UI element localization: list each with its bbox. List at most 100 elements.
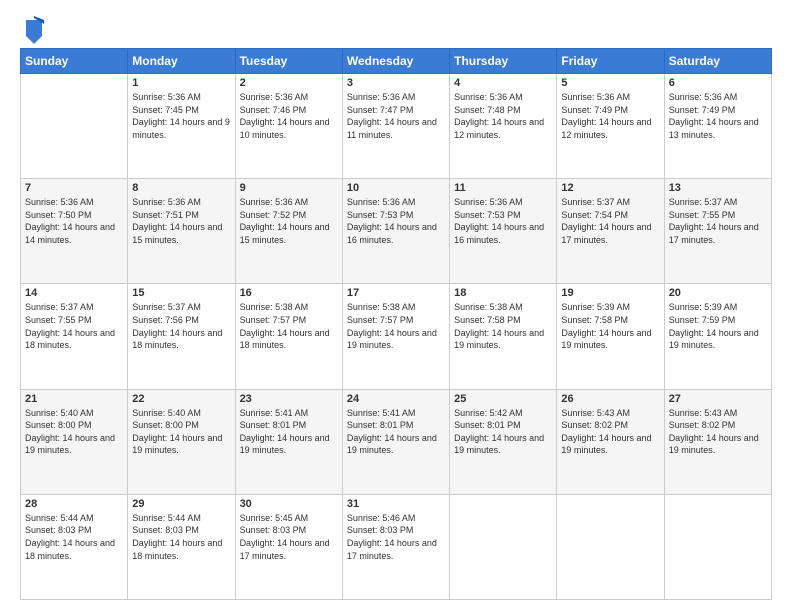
day-info: Sunrise: 5:41 AMSunset: 8:01 PMDaylight:… xyxy=(347,408,437,456)
day-number: 12 xyxy=(561,182,659,194)
calendar-cell: 6 Sunrise: 5:36 AMSunset: 7:49 PMDaylight… xyxy=(664,74,771,179)
day-info: Sunrise: 5:38 AMSunset: 7:57 PMDaylight:… xyxy=(347,302,437,350)
calendar-cell: 20Sunrise: 5:39 AMSunset: 7:59 PMDayligh… xyxy=(664,284,771,389)
day-info: Sunrise: 5:40 AMSunset: 8:00 PMDaylight:… xyxy=(132,408,222,456)
calendar-cell: 23 Sunrise: 5:41 AMSunset: 8:01 PMDayligh… xyxy=(235,389,342,494)
day-info: Sunrise: 5:36 AMSunset: 7:47 PMDaylight:… xyxy=(347,92,437,140)
calendar-cell: 31 Sunrise: 5:46 AMSunset: 8:03 PMDayligh… xyxy=(342,494,449,599)
day-info: Sunrise: 5:36 AMSunset: 7:49 PMDaylight:… xyxy=(669,92,759,140)
day-number: 29 xyxy=(132,498,230,510)
day-info: Sunrise: 5:46 AMSunset: 8:03 PMDaylight:… xyxy=(347,513,437,561)
calendar-cell: 18 Sunrise: 5:38 AMSunset: 7:58 PMDayligh… xyxy=(450,284,557,389)
day-number: 5 xyxy=(561,77,659,89)
day-number: 10 xyxy=(347,182,445,194)
calendar-cell: 16Sunrise: 5:38 AMSunset: 7:57 PMDayligh… xyxy=(235,284,342,389)
day-info: Sunrise: 5:45 AMSunset: 8:03 PMDaylight:… xyxy=(240,513,330,561)
logo-icon xyxy=(22,16,46,44)
day-info: Sunrise: 5:43 AMSunset: 8:02 PMDaylight:… xyxy=(669,408,759,456)
calendar-cell: 8 Sunrise: 5:36 AMSunset: 7:51 PMDaylight… xyxy=(128,179,235,284)
calendar-cell: 1 Sunrise: 5:36 AMSunset: 7:45 PMDaylight… xyxy=(128,74,235,179)
header xyxy=(20,16,772,44)
calendar-cell: 14Sunrise: 5:37 AMSunset: 7:55 PMDayligh… xyxy=(21,284,128,389)
day-number: 21 xyxy=(25,393,123,405)
day-number: 7 xyxy=(25,182,123,194)
day-info: Sunrise: 5:44 AMSunset: 8:03 PMDaylight:… xyxy=(25,513,115,561)
calendar-cell: 17 Sunrise: 5:38 AMSunset: 7:57 PMDayligh… xyxy=(342,284,449,389)
calendar-cell: 24 Sunrise: 5:41 AMSunset: 8:01 PMDayligh… xyxy=(342,389,449,494)
day-info: Sunrise: 5:36 AMSunset: 7:49 PMDaylight:… xyxy=(561,92,651,140)
calendar-cell: 13 Sunrise: 5:37 AMSunset: 7:55 PMDayligh… xyxy=(664,179,771,284)
day-number: 26 xyxy=(561,393,659,405)
day-number: 4 xyxy=(454,77,552,89)
day-number: 24 xyxy=(347,393,445,405)
calendar-cell: 25Sunrise: 5:42 AMSunset: 8:01 PMDayligh… xyxy=(450,389,557,494)
day-info: Sunrise: 5:43 AMSunset: 8:02 PMDaylight:… xyxy=(561,408,651,456)
day-number: 30 xyxy=(240,498,338,510)
col-wednesday: Wednesday xyxy=(342,49,449,74)
col-thursday: Thursday xyxy=(450,49,557,74)
day-info: Sunrise: 5:37 AMSunset: 7:54 PMDaylight:… xyxy=(561,197,651,245)
calendar-cell: 26 Sunrise: 5:43 AMSunset: 8:02 PMDayligh… xyxy=(557,389,664,494)
day-number: 8 xyxy=(132,182,230,194)
day-info: Sunrise: 5:36 AMSunset: 7:45 PMDaylight:… xyxy=(132,92,230,140)
day-info: Sunrise: 5:36 AMSunset: 7:46 PMDaylight:… xyxy=(240,92,330,140)
day-number: 16 xyxy=(240,287,338,299)
day-info: Sunrise: 5:36 AMSunset: 7:48 PMDaylight:… xyxy=(454,92,544,140)
day-info: Sunrise: 5:36 AMSunset: 7:53 PMDaylight:… xyxy=(347,197,437,245)
day-info: Sunrise: 5:37 AMSunset: 7:55 PMDaylight:… xyxy=(669,197,759,245)
day-number: 22 xyxy=(132,393,230,405)
calendar-cell: 7Sunrise: 5:36 AMSunset: 7:50 PMDaylight… xyxy=(21,179,128,284)
calendar-cell: 28 Sunrise: 5:44 AMSunset: 8:03 PMDayligh… xyxy=(21,494,128,599)
day-number: 23 xyxy=(240,393,338,405)
calendar-week-row: 28 Sunrise: 5:44 AMSunset: 8:03 PMDayligh… xyxy=(21,494,772,599)
calendar-header-row: Sunday Monday Tuesday Wednesday Thursday… xyxy=(21,49,772,74)
calendar-cell: 21Sunrise: 5:40 AMSunset: 8:00 PMDayligh… xyxy=(21,389,128,494)
day-number: 17 xyxy=(347,287,445,299)
day-number: 3 xyxy=(347,77,445,89)
calendar-cell: 10 Sunrise: 5:36 AMSunset: 7:53 PMDayligh… xyxy=(342,179,449,284)
calendar-cell xyxy=(21,74,128,179)
calendar-cell: 9Sunrise: 5:36 AMSunset: 7:52 PMDaylight… xyxy=(235,179,342,284)
day-info: Sunrise: 5:41 AMSunset: 8:01 PMDaylight:… xyxy=(240,408,330,456)
calendar-cell: 30 Sunrise: 5:45 AMSunset: 8:03 PMDayligh… xyxy=(235,494,342,599)
day-number: 2 xyxy=(240,77,338,89)
calendar-cell: 27 Sunrise: 5:43 AMSunset: 8:02 PMDayligh… xyxy=(664,389,771,494)
calendar-cell xyxy=(664,494,771,599)
calendar-cell: 2 Sunrise: 5:36 AMSunset: 7:46 PMDaylight… xyxy=(235,74,342,179)
day-number: 13 xyxy=(669,182,767,194)
calendar-cell: 5 Sunrise: 5:36 AMSunset: 7:49 PMDaylight… xyxy=(557,74,664,179)
day-number: 1 xyxy=(132,77,230,89)
calendar-cell: 12 Sunrise: 5:37 AMSunset: 7:54 PMDayligh… xyxy=(557,179,664,284)
day-info: Sunrise: 5:42 AMSunset: 8:01 PMDaylight:… xyxy=(454,408,544,456)
col-friday: Friday xyxy=(557,49,664,74)
day-number: 27 xyxy=(669,393,767,405)
day-number: 18 xyxy=(454,287,552,299)
day-number: 31 xyxy=(347,498,445,510)
calendar-cell: 22 Sunrise: 5:40 AMSunset: 8:00 PMDayligh… xyxy=(128,389,235,494)
calendar-cell: 29 Sunrise: 5:44 AMSunset: 8:03 PMDayligh… xyxy=(128,494,235,599)
calendar-week-row: 7Sunrise: 5:36 AMSunset: 7:50 PMDaylight… xyxy=(21,179,772,284)
day-info: Sunrise: 5:38 AMSunset: 7:58 PMDaylight:… xyxy=(454,302,544,350)
calendar-cell xyxy=(557,494,664,599)
calendar-cell: 19Sunrise: 5:39 AMSunset: 7:58 PMDayligh… xyxy=(557,284,664,389)
calendar-week-row: 14Sunrise: 5:37 AMSunset: 7:55 PMDayligh… xyxy=(21,284,772,389)
col-sunday: Sunday xyxy=(21,49,128,74)
col-tuesday: Tuesday xyxy=(235,49,342,74)
calendar-cell: 4 Sunrise: 5:36 AMSunset: 7:48 PMDaylight… xyxy=(450,74,557,179)
calendar-table: Sunday Monday Tuesday Wednesday Thursday… xyxy=(20,48,772,600)
day-number: 9 xyxy=(240,182,338,194)
calendar-cell: 3 Sunrise: 5:36 AMSunset: 7:47 PMDaylight… xyxy=(342,74,449,179)
col-monday: Monday xyxy=(128,49,235,74)
day-info: Sunrise: 5:36 AMSunset: 7:51 PMDaylight:… xyxy=(132,197,222,245)
calendar-cell: 11 Sunrise: 5:36 AMSunset: 7:53 PMDayligh… xyxy=(450,179,557,284)
day-number: 6 xyxy=(669,77,767,89)
logo xyxy=(20,20,46,44)
day-info: Sunrise: 5:44 AMSunset: 8:03 PMDaylight:… xyxy=(132,513,222,561)
col-saturday: Saturday xyxy=(664,49,771,74)
day-info: Sunrise: 5:36 AMSunset: 7:53 PMDaylight:… xyxy=(454,197,544,245)
page: Sunday Monday Tuesday Wednesday Thursday… xyxy=(0,0,792,612)
calendar-cell xyxy=(450,494,557,599)
day-number: 28 xyxy=(25,498,123,510)
calendar-cell: 15Sunrise: 5:37 AMSunset: 7:56 PMDayligh… xyxy=(128,284,235,389)
day-number: 11 xyxy=(454,182,552,194)
